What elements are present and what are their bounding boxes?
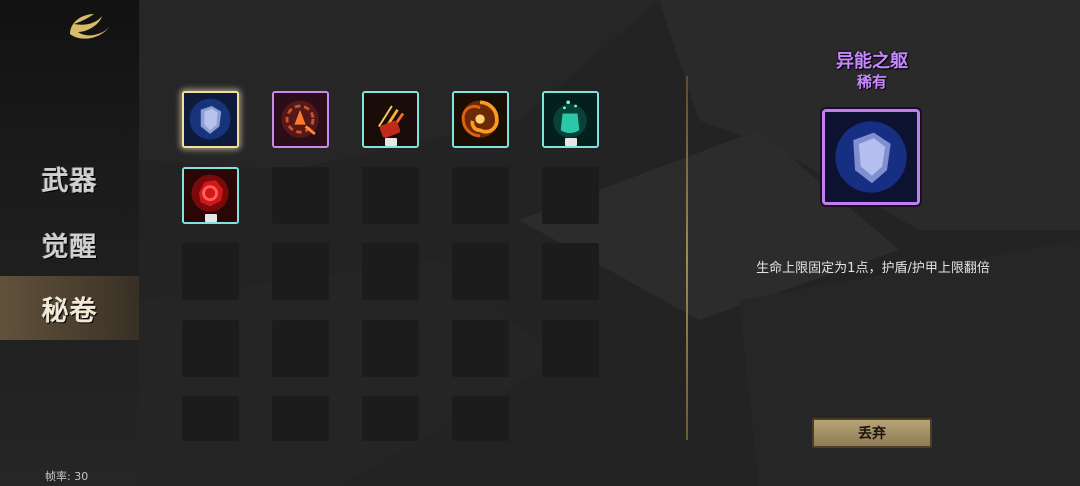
nav-item-weapons[interactable]: 武器 [0,146,139,210]
inventory-slot-empty[interactable] [542,243,599,300]
inventory-slot-empty[interactable] [542,167,599,224]
item-name: 异能之躯 [836,51,908,72]
inventory-slot-empty[interactable] [182,243,239,300]
inventory-slot-empty[interactable] [452,320,509,377]
lock-icon [384,138,397,146]
panel-divider [686,76,688,440]
inventory-slot-empty[interactable] [182,320,239,377]
inventory-slot-empty[interactable] [272,243,329,300]
nav-item-secret-scrolls[interactable]: 秘卷 [0,276,139,340]
inventory-slot[interactable] [272,91,329,148]
shield-icon [825,112,917,202]
inventory-slot-empty[interactable] [452,243,509,300]
nav-item-label: 武器 [41,165,98,197]
fire-rune-icon [274,93,327,146]
crescent-logo-icon [70,14,110,39]
nav-item-label: 秘卷 [41,295,98,327]
inventory-slot[interactable] [542,91,599,148]
sidebar: 武器 觉醒 秘卷 帧率: 30 [0,0,139,486]
inventory-slot-empty[interactable] [182,396,239,441]
discard-button[interactable]: 丢弃 [812,418,932,448]
inventory-slot[interactable] [362,91,419,148]
inventory-slot-empty[interactable] [272,396,329,441]
item-detail-frame [822,109,920,205]
inventory-slot[interactable] [182,91,239,148]
inventory-slot-empty[interactable] [272,167,329,224]
inventory-slot-empty[interactable] [542,320,599,377]
inventory-slot-empty[interactable] [362,167,419,224]
inventory-slot-empty[interactable] [272,320,329,377]
inventory-slot-empty[interactable] [452,396,509,441]
discard-button-label: 丢弃 [858,426,886,442]
inventory-slot-empty[interactable] [362,396,419,441]
inventory-slot-empty[interactable] [362,243,419,300]
lock-icon [204,214,217,222]
inventory-slot-empty[interactable] [362,320,419,377]
fps-counter: 帧率: 30 [45,470,89,483]
item-description: 生命上限固定为1点，护盾/护甲上限翻倍 [756,261,990,276]
inventory-slot[interactable] [182,167,239,224]
vortex-icon [454,93,507,146]
inventory-slot[interactable] [452,91,509,148]
shield-icon [184,93,237,146]
nav-item-awakening[interactable]: 觉醒 [0,212,139,276]
inventory-slot-empty[interactable] [452,167,509,224]
nav-item-label: 觉醒 [41,231,98,263]
item-rarity: 稀有 [856,73,887,91]
lock-icon [564,138,577,146]
